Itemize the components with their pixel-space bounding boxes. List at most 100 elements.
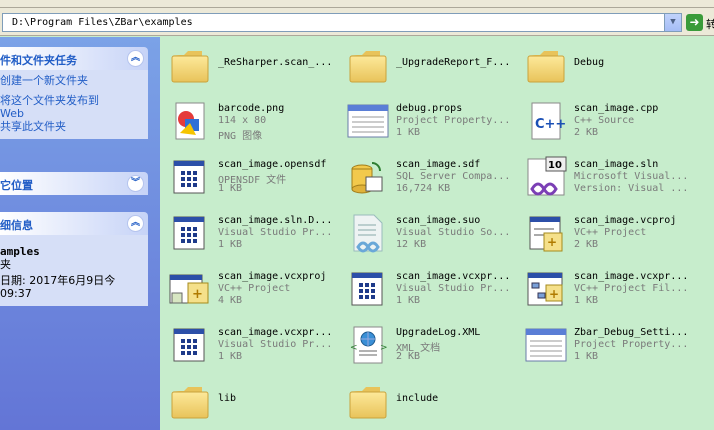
file-size: 2 KB xyxy=(574,239,599,250)
other-places-title: 它位置 xyxy=(0,179,33,192)
file-type: C++ Source xyxy=(574,115,635,126)
file-name: scan_image.sln.D... xyxy=(218,215,333,226)
file-item[interactable]: debug.props Project Property... 1 KB xyxy=(338,95,516,147)
file-size: 2 KB xyxy=(574,127,599,138)
collapse-chevron-icon[interactable]: ︽ xyxy=(127,50,144,67)
file-size: Version: Visual ... xyxy=(574,183,689,194)
file-name: UpgradeLog.XML xyxy=(396,327,481,338)
png-image-icon xyxy=(168,99,212,143)
go-label: 转 xyxy=(706,18,714,31)
file-size: 1 KB xyxy=(574,351,599,362)
file-name: scan_image.vcxproj xyxy=(218,271,327,282)
file-item[interactable]: + scan_image.vcxpr... VC++ Project Fil... 1… xyxy=(516,263,694,315)
file-tasks-title: 件和文件夹任务 xyxy=(0,54,77,67)
details-header[interactable]: 细信息 ︽ xyxy=(0,212,148,235)
file-item[interactable]: 10 scan_image.sln Microsoft Visual... Versi… xyxy=(516,151,694,203)
file-type: VC++ Project Fil... xyxy=(574,283,689,294)
file-item[interactable]: scan_image.vcxpr... Visual Studio Pr... 1 … xyxy=(338,263,516,315)
svg-text:<: < xyxy=(350,343,358,353)
file-name: Debug xyxy=(574,57,605,68)
generic-file-icon xyxy=(168,211,212,255)
file-name: lib xyxy=(218,393,237,404)
folder-icon xyxy=(346,379,390,423)
file-type: Visual Studio Pr... xyxy=(218,227,333,238)
svg-text:>: > xyxy=(380,343,388,353)
folder-icon xyxy=(524,43,568,87)
address-dropdown-icon[interactable]: ▼ xyxy=(664,14,681,31)
folder-icon xyxy=(346,43,390,87)
file-size: PNG 图像 xyxy=(218,131,263,142)
other-places-panel: 它位置 ︾ xyxy=(0,172,148,195)
generic-file-icon xyxy=(168,155,212,199)
xml-document-icon: < > xyxy=(346,323,390,367)
file-item[interactable]: < > UpgradeLog.XML XML 文档 2 KB xyxy=(338,319,516,371)
file-item[interactable]: Zbar_Debug_Setti... Project Property... 1 … xyxy=(516,319,694,371)
file-item[interactable]: scan_image.sdf SQL Server Compa... 16,724 … xyxy=(338,151,516,203)
file-type: Visual Studio So... xyxy=(396,227,511,238)
task-share-folder[interactable]: 共享此文件夹 xyxy=(0,120,148,133)
toolbar xyxy=(0,0,714,8)
file-type: SQL Server Compa... xyxy=(396,171,511,182)
file-name: scan_image.vcxpr... xyxy=(218,327,333,338)
file-name: scan_image.vcxpr... xyxy=(574,271,689,282)
vc-project-filters-icon: + xyxy=(524,267,568,311)
generic-file-icon xyxy=(346,267,390,311)
svg-text:10: 10 xyxy=(548,160,562,171)
file-item[interactable]: Debug xyxy=(516,39,694,91)
file-type: Microsoft Visual... xyxy=(574,171,689,182)
file-type: 114 x 80 xyxy=(218,115,267,126)
visual-studio-solution-icon: 10 xyxy=(524,155,568,199)
expand-chevron-icon[interactable]: ︾ xyxy=(127,175,144,192)
file-size: 1 KB xyxy=(218,183,243,194)
file-item[interactable]: + scan_image.vcproj VC++ Project 2 KB xyxy=(516,207,694,259)
file-name: scan_image.sln xyxy=(574,159,659,170)
file-type: VC++ Project xyxy=(218,283,291,294)
file-list: _ReSharper.scan_... _UpgradeReport_F... De… xyxy=(160,37,714,430)
file-item[interactable]: scan_image.vcxpr... Visual Studio Pr... 1 … xyxy=(160,319,338,371)
file-item[interactable]: _ReSharper.scan_... xyxy=(160,39,338,91)
svg-text:+: + xyxy=(547,235,557,249)
go-button[interactable]: ➜ 转 xyxy=(686,13,714,32)
file-item[interactable]: include xyxy=(338,375,516,427)
file-size: 12 KB xyxy=(396,239,427,250)
file-type: Visual Studio Pr... xyxy=(218,339,333,350)
folder-icon xyxy=(168,379,212,423)
file-name: barcode.png xyxy=(218,103,285,114)
file-size: 1 KB xyxy=(396,295,421,306)
details-modified: 日期: 2017年6月9日今 xyxy=(0,274,116,287)
file-tasks-panel: 件和文件夹任务 ︽ 创建一个新文件夹 将这个文件夹发布到 Web 共享此文件夹 xyxy=(0,47,148,139)
details-modified-time: 09:37 xyxy=(0,287,32,300)
file-item[interactable]: barcode.png 114 x 80 PNG 图像 xyxy=(160,95,338,147)
other-places-header[interactable]: 它位置 ︾ xyxy=(0,172,148,195)
vc-project-icon: + xyxy=(524,211,568,255)
file-name: debug.props xyxy=(396,103,463,114)
address-input[interactable]: D:\Program Files\ZBar\examples ▼ xyxy=(2,13,682,32)
file-item[interactable]: scan_image.suo Visual Studio So... 12 KB xyxy=(338,207,516,259)
cpp-source-icon: C++ xyxy=(524,99,568,143)
file-name: scan_image.vcxpr... xyxy=(396,271,511,282)
svg-text:+: + xyxy=(549,287,559,301)
go-arrow-icon: ➜ xyxy=(686,14,703,31)
task-publish-folder[interactable]: 将这个文件夹发布到 xyxy=(0,94,148,107)
file-tasks-header[interactable]: 件和文件夹任务 ︽ xyxy=(0,47,148,70)
task-new-folder[interactable]: 创建一个新文件夹 xyxy=(0,74,148,87)
file-name: scan_image.vcproj xyxy=(574,215,677,226)
file-name: scan_image.opensdf xyxy=(218,159,327,170)
file-item[interactable]: C++ scan_image.cpp C++ Source 2 KB xyxy=(516,95,694,147)
file-item[interactable]: lib xyxy=(160,375,338,427)
task-publish-web[interactable]: Web xyxy=(0,107,148,120)
file-size: 1 KB xyxy=(218,351,243,362)
collapse-chevron-icon[interactable]: ︽ xyxy=(127,215,144,232)
file-size: 1 KB xyxy=(574,295,599,306)
file-item[interactable]: _UpgradeReport_F... xyxy=(338,39,516,91)
file-size: 1 KB xyxy=(218,239,243,250)
details-name: amples xyxy=(0,245,40,258)
file-name: _ReSharper.scan_... xyxy=(218,57,333,68)
file-item[interactable]: scan_image.opensdf OPENSDF 文件 1 KB xyxy=(160,151,338,203)
sql-database-icon xyxy=(346,155,390,199)
file-type: Project Property... xyxy=(396,115,511,126)
file-name: include xyxy=(396,393,439,404)
file-name: Zbar_Debug_Setti... xyxy=(574,327,689,338)
file-item[interactable]: + scan_image.vcxproj VC++ Project 4 KB xyxy=(160,263,338,315)
file-item[interactable]: scan_image.sln.D... Visual Studio Pr... 1 … xyxy=(160,207,338,259)
